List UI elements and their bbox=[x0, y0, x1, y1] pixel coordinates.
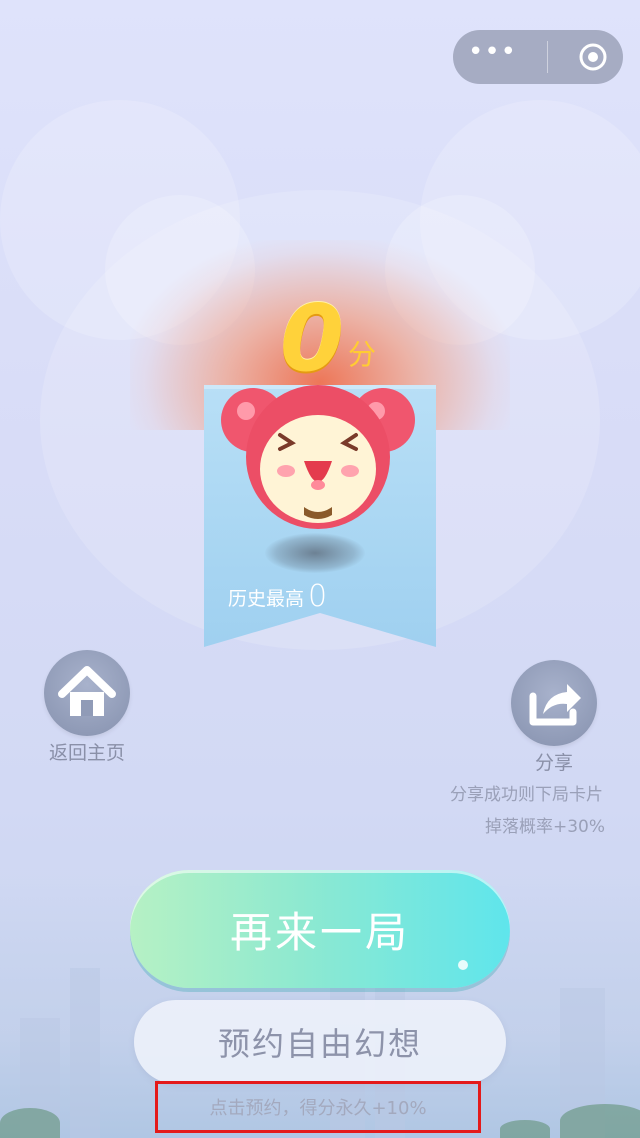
replay-button[interactable]: 再来一局 bbox=[130, 870, 510, 988]
mini-program-capsule: ••• bbox=[453, 30, 623, 84]
target-circle-icon[interactable] bbox=[578, 42, 608, 72]
score-value: 0 bbox=[280, 285, 345, 392]
history-label: 历史最高 bbox=[228, 587, 305, 610]
share-label[interactable]: 分享 bbox=[504, 748, 604, 775]
history-best: 历史最高 0 bbox=[228, 582, 327, 612]
score-unit: 分 bbox=[348, 338, 377, 371]
replay-label: 再来一局 bbox=[229, 908, 410, 956]
history-value: 0 bbox=[308, 579, 328, 614]
reserve-tip: 点击预约，得分永久+10% bbox=[209, 1098, 427, 1119]
home-button[interactable] bbox=[44, 650, 130, 736]
share-tip-line1: 分享成功则下局卡片 bbox=[450, 785, 603, 805]
reserve-button[interactable]: 预约自由幻想 bbox=[134, 1000, 506, 1084]
score-display: 0 分 bbox=[280, 285, 376, 385]
reserve-tip-highlight[interactable]: 点击预约，得分永久+10% bbox=[155, 1081, 481, 1133]
more-dots-icon[interactable]: ••• bbox=[468, 39, 517, 65]
share-button[interactable] bbox=[511, 660, 597, 746]
home-label[interactable]: 返回主页 bbox=[30, 738, 144, 765]
share-tip-line2: 掉落概率+30% bbox=[484, 817, 606, 837]
sparkle-icon bbox=[458, 960, 468, 970]
mascot-character bbox=[221, 385, 415, 529]
reserve-label: 预约自由幻想 bbox=[217, 1026, 422, 1062]
share-icon bbox=[529, 684, 581, 726]
home-icon bbox=[58, 666, 116, 716]
capsule-divider bbox=[546, 41, 548, 73]
